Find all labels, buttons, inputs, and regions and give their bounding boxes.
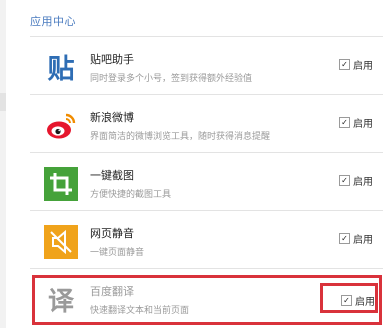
extension-name: 新浪微博 [90,111,134,124]
extension-name: 网页静音 [90,227,134,240]
svg-text:译: 译 [48,287,75,317]
svg-text:贴: 贴 [48,54,75,85]
extension-name: 一键截图 [90,169,134,182]
extension-row-translate: 译 百度翻译 快速翻译文本和当前页面 ✓ 启用 [30,268,383,335]
checkbox[interactable]: ✓ [339,59,350,70]
checkbox[interactable]: ✓ [339,233,350,244]
extension-name: 贴吧助手 [90,53,134,66]
enable-label: 启用 [355,297,375,308]
checkbox[interactable]: ✓ [339,175,350,186]
extension-name: 百度翻译 [90,285,134,298]
enable-toggle[interactable]: ✓ 启用 [341,293,375,308]
extension-desc: 一键页面静音 [90,248,145,258]
mute-icon [44,225,78,259]
enable-label: 启用 [353,119,373,130]
checkbox[interactable]: ✓ [339,117,350,128]
tieba-icon: 贴 [44,51,78,85]
extension-row-weibo: 新浪微博 界面简洁的微博浏览工具，随时获得消息提醒 ✓ 启用 [30,94,383,161]
crop-icon [44,167,78,201]
enable-label: 启用 [353,235,373,246]
enable-label: 启用 [353,61,373,72]
enable-toggle[interactable]: ✓ 启用 [339,57,373,72]
section-title: 应用中心 [30,15,76,28]
weibo-icon [44,109,78,143]
strip-tick [0,93,6,111]
extension-desc: 快速翻译文本和当前页面 [90,306,190,316]
extension-row-tieba: 贴 贴吧助手 同时登录多个小号，签到获得额外经验值 ✓ 启用 [30,36,383,103]
extension-row-screenshot: 一键截图 方便快捷的截图工具 ✓ 启用 [30,152,383,219]
enable-toggle[interactable]: ✓ 启用 [339,231,373,246]
checkbox[interactable]: ✓ [341,295,352,306]
enable-label: 启用 [353,177,373,188]
extension-desc: 方便快捷的截图工具 [90,190,172,200]
extension-row-mute: 网页静音 一键页面静音 ✓ 启用 [30,210,383,277]
extension-desc: 界面简洁的微博浏览工具，随时获得消息提醒 [90,132,271,142]
left-strip [0,0,6,328]
enable-toggle[interactable]: ✓ 启用 [339,173,373,188]
extension-desc: 同时登录多个小号，签到获得额外经验值 [90,74,253,84]
enable-toggle[interactable]: ✓ 启用 [339,115,373,130]
translate-icon: 译 [44,283,78,317]
